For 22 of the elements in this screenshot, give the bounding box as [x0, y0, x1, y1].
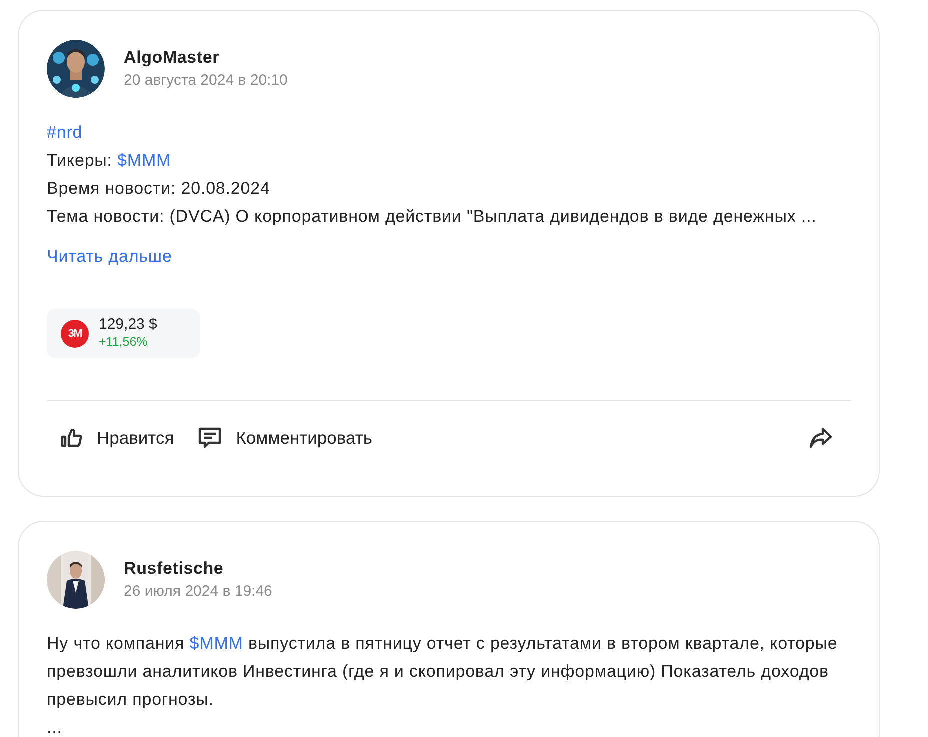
like-button[interactable]: Нравится	[61, 424, 174, 452]
post-text: Ну что компания $MMM выпустила в пятницу отчет с результатами в втором квартале, которые превзошли аналитиков Инвестинга (где я и скопировал эту информацию) Показатель доходов превысил прогнозы.	[47, 633, 839, 711]
share-icon	[809, 427, 833, 449]
price-change: +11,56%	[99, 334, 149, 351]
link[interactable]: $MMM	[118, 151, 172, 170]
post-date: 20 августа 2024 в 20:10	[124, 72, 288, 90]
post-text: ...	[47, 717, 64, 737]
comment-icon	[198, 426, 222, 450]
post-text: Время новости: 20.08.2024	[47, 178, 272, 200]
ticker-chip[interactable]: 3M 129,23 $ +11,56%	[47, 309, 200, 358]
post-date: 26 июля 2024 в 19:46	[124, 583, 272, 601]
author-name: Rusfetische	[124, 559, 225, 579]
ticker-price: 129,23 $	[99, 316, 158, 334]
link[interactable]: $MMM	[190, 634, 244, 653]
read-more-link[interactable]: Читать дальше	[47, 243, 172, 271]
link[interactable]: #nrd	[47, 123, 83, 142]
author-name: AlgoMaster	[124, 48, 221, 68]
post-text: Тикеры: $MMM	[47, 150, 172, 172]
post-text: Тема новости: (DVCA) О корпоративном действии "Выплата дивидендов в виде денежных ...	[47, 206, 818, 228]
thumbs-up-icon	[61, 428, 83, 448]
comment-button[interactable]: Комментировать	[198, 422, 372, 454]
company-logo: 3M	[61, 320, 89, 348]
